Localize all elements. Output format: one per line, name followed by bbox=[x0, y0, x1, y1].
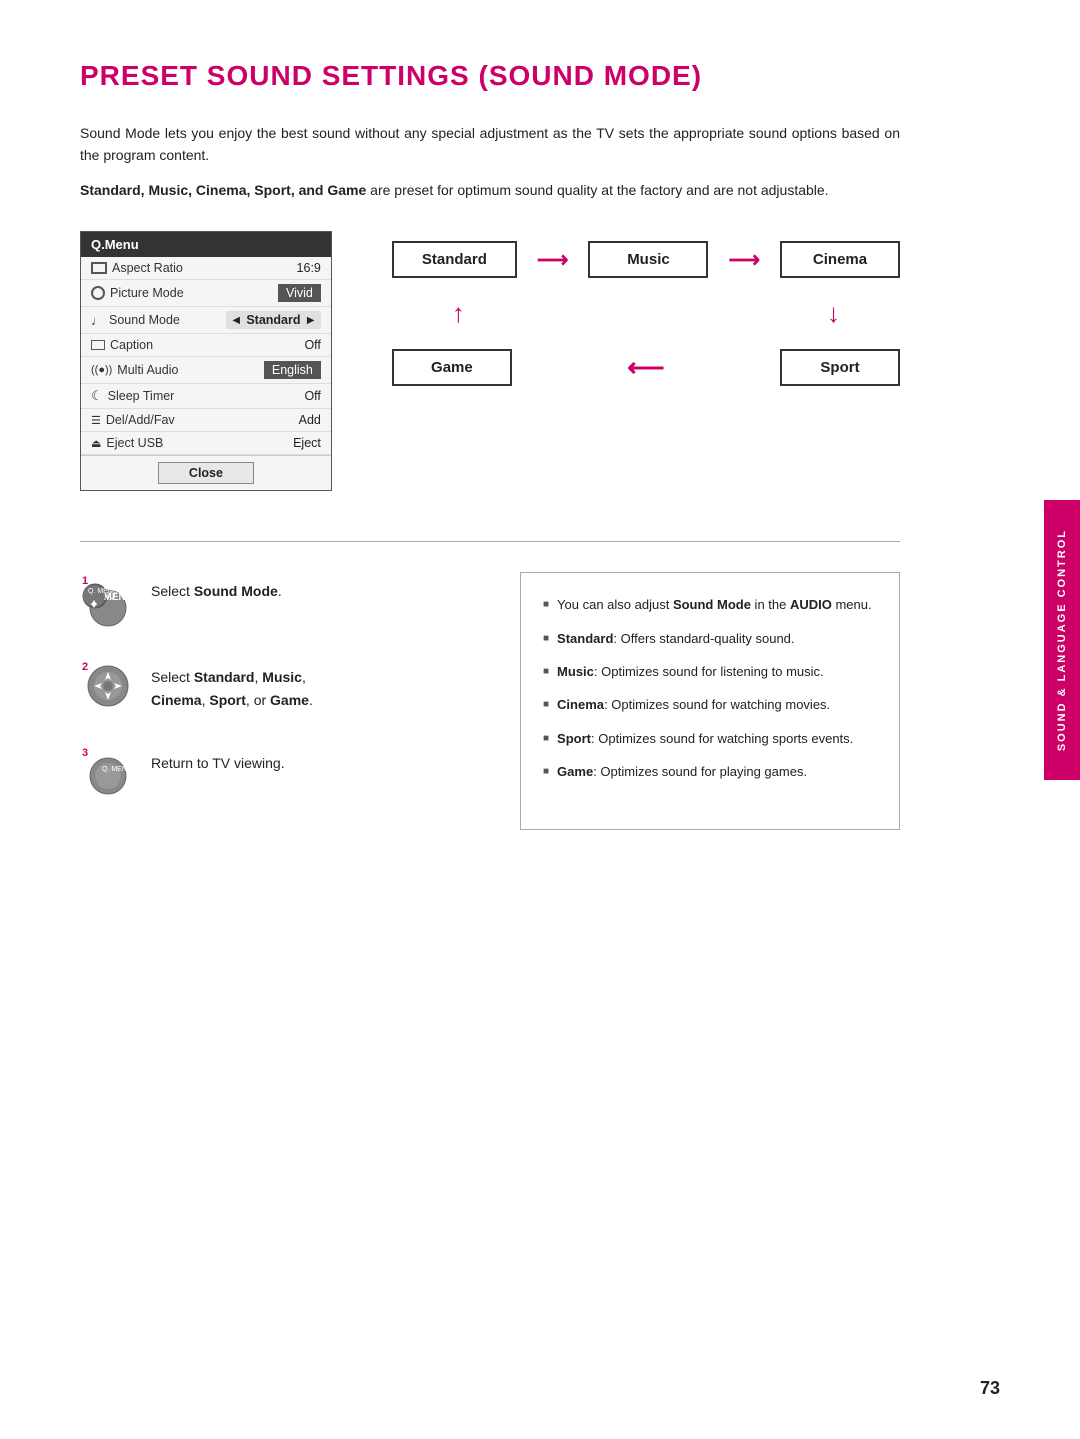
picture-mode-icon bbox=[91, 286, 105, 300]
qmenu-multi-value: English bbox=[264, 361, 321, 379]
qmenu-sleep-label: Sleep Timer bbox=[108, 389, 175, 403]
notes-list: You can also adjust Sound Mode in the AU… bbox=[543, 593, 877, 783]
flow-music: Music bbox=[588, 241, 708, 278]
step-2-text: Select Standard, Music, Cinema, Sport, o… bbox=[151, 658, 313, 711]
step-1-text: Select Sound Mode. bbox=[151, 572, 282, 602]
note-item-3: Music: Optimizes sound for listening to … bbox=[543, 660, 877, 683]
note-item-5: Sport: Optimizes sound for watching spor… bbox=[543, 727, 877, 750]
qmenu-sound-value: ◄ Standard ► bbox=[226, 311, 321, 329]
step-2: 2 Select Standard, Music, Cinema, Sport,… bbox=[80, 658, 460, 714]
flow-arrow-up: ↑ bbox=[452, 298, 465, 329]
flow-cinema: Cinema bbox=[780, 241, 900, 278]
qmenu-title: Q.Menu bbox=[81, 232, 331, 257]
side-tab-label: Sound & Language Control bbox=[1056, 529, 1068, 751]
multi-audio-icon: ((●)) bbox=[91, 364, 112, 376]
page-number: 73 bbox=[980, 1378, 1000, 1399]
qmenu-container: Q.Menu Aspect Ratio 16:9 Picture Mode Vi… bbox=[80, 231, 900, 491]
qmenu-close-row: Close bbox=[81, 455, 331, 490]
step-1: Q. MENU Q.MENU Q. MENU 1 Select Sound Mo… bbox=[80, 572, 460, 628]
qmenu-picture-value: Vivid bbox=[278, 284, 321, 302]
qmenu-eject-value: Eject bbox=[293, 436, 321, 450]
qmenu-sound-label: Sound Mode bbox=[109, 313, 180, 327]
side-tab: Sound & Language Control bbox=[1044, 500, 1080, 780]
svg-text:Q. MENU: Q. MENU bbox=[88, 588, 118, 595]
qmenu-row-picture: Picture Mode Vivid bbox=[81, 280, 331, 307]
qmenu-caption-label: Caption bbox=[110, 338, 153, 352]
page-title: PRESET SOUND SETTINGS (SOUND MODE) bbox=[80, 60, 900, 92]
qmenu-row-aspect: Aspect Ratio 16:9 bbox=[81, 257, 331, 280]
flow-diagram: Standard ⟶ Music ⟶ Cinema ↑ ↓ Game ⟵ Spo… bbox=[392, 231, 900, 386]
svg-text:3: 3 bbox=[82, 747, 88, 759]
description-para1: Sound Mode lets you enjoy the best sound… bbox=[80, 122, 900, 167]
flow-row-top: Standard ⟶ Music ⟶ Cinema bbox=[392, 241, 900, 278]
step-2-icon: 2 bbox=[80, 658, 136, 714]
qmenu-row-eject: ⏏ Eject USB Eject bbox=[81, 432, 331, 455]
qmenu-multi-label: Multi Audio bbox=[117, 363, 178, 377]
qmenu-row-sound: ♩ Sound Mode ◄ Standard ► bbox=[81, 307, 331, 334]
flow-arrow-right-1: ⟶ bbox=[537, 247, 569, 273]
qmenu-row-del: ☰ Del/Add/Fav Add bbox=[81, 409, 331, 432]
flow-arrow-right-2: ⟶ bbox=[728, 247, 760, 273]
step-3-text: Return to TV viewing. bbox=[151, 744, 285, 774]
notes-box: You can also adjust Sound Mode in the AU… bbox=[520, 572, 900, 830]
note-item-4: Cinema: Optimizes sound for watching mov… bbox=[543, 693, 877, 716]
qmenu-del-label: Del/Add/Fav bbox=[106, 413, 175, 427]
step-3-icon: Q. MENU 3 bbox=[80, 744, 136, 800]
step-1-icon: Q. MENU Q.MENU Q. MENU 1 bbox=[80, 572, 136, 628]
description-bold: Standard, Music, Cinema, Sport, and Game bbox=[80, 182, 366, 198]
qmenu-close-button[interactable]: Close bbox=[158, 462, 254, 484]
section-divider bbox=[80, 541, 900, 542]
qmenu-caption-value: Off bbox=[304, 338, 320, 352]
flow-arrow-down: ↓ bbox=[827, 298, 840, 329]
note-item-6: Game: Optimizes sound for playing games. bbox=[543, 760, 877, 783]
step-3: Q. MENU 3 Return to TV viewing. bbox=[80, 744, 460, 800]
description-para2: Standard, Music, Cinema, Sport, and Game… bbox=[80, 179, 900, 201]
svg-text:Q. MENU: Q. MENU bbox=[102, 766, 132, 773]
qmenu-del-value: Add bbox=[299, 413, 321, 427]
flow-row-bottom: Game ⟵ Sport bbox=[392, 349, 900, 386]
flow-game: Game bbox=[392, 349, 512, 386]
caption-icon bbox=[91, 340, 105, 350]
step-1-bold: Sound Mode bbox=[194, 583, 278, 599]
note-item-2: Standard: Offers standard-quality sound. bbox=[543, 627, 877, 650]
note-item-1: You can also adjust Sound Mode in the AU… bbox=[543, 593, 877, 616]
qmenu-box: Q.Menu Aspect Ratio 16:9 Picture Mode Vi… bbox=[80, 231, 332, 491]
qmenu-aspect-label: Aspect Ratio bbox=[112, 261, 183, 275]
steps-left: Q. MENU Q.MENU Q. MENU 1 Select Sound Mo… bbox=[80, 572, 460, 830]
aspect-ratio-icon bbox=[91, 262, 107, 274]
qmenu-sleep-value: Off bbox=[304, 389, 320, 403]
qmenu-aspect-value: 16:9 bbox=[297, 261, 321, 275]
qmenu-row-sleep: ☾ Sleep Timer Off bbox=[81, 384, 331, 409]
svg-text:1: 1 bbox=[82, 575, 88, 587]
flow-sport: Sport bbox=[780, 349, 900, 386]
main-content: PRESET SOUND SETTINGS (SOUND MODE) Sound… bbox=[0, 0, 980, 890]
del-add-fav-icon: ☰ bbox=[91, 414, 101, 427]
flow-arrows-mid: ↑ ↓ bbox=[392, 298, 900, 329]
qmenu-picture-label: Picture Mode bbox=[110, 286, 184, 300]
sound-mode-icon: ♩ bbox=[91, 313, 104, 328]
qmenu-row-caption: Caption Off bbox=[81, 334, 331, 357]
steps-section: Q. MENU Q.MENU Q. MENU 1 Select Sound Mo… bbox=[80, 572, 900, 830]
qmenu-eject-label: Eject USB bbox=[106, 436, 163, 450]
sleep-timer-icon: ☾ bbox=[91, 388, 103, 404]
eject-usb-icon: ⏏ bbox=[91, 437, 101, 450]
description-suffix: are preset for optimum sound quality at … bbox=[366, 182, 828, 198]
svg-text:2: 2 bbox=[82, 661, 88, 673]
flow-arrow-left: ⟵ bbox=[627, 352, 664, 383]
qmenu-row-multi: ((●)) Multi Audio English bbox=[81, 357, 331, 384]
flow-standard: Standard bbox=[392, 241, 517, 278]
